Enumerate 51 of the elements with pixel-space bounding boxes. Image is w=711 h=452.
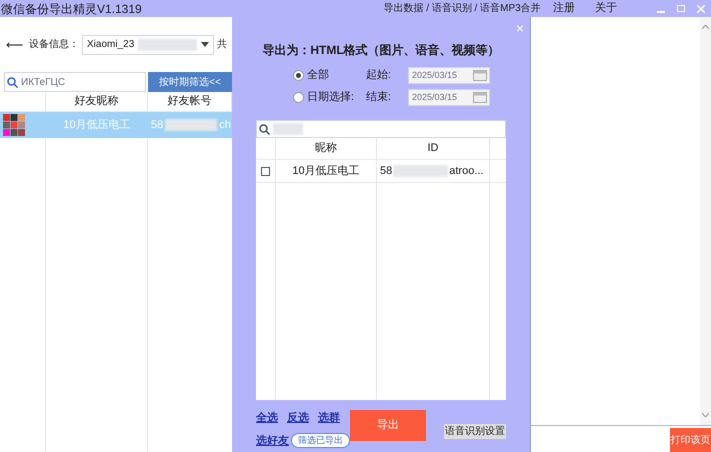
link[interactable]: 选群 (318, 410, 340, 426)
maximize-icon[interactable] (677, 5, 686, 12)
search-input[interactable]: ИКТеГЦС (21, 74, 131, 90)
filter-exported-button[interactable]: 筛选已导出 (291, 433, 350, 448)
search-icon (259, 124, 270, 134)
radio-label: 日期选择: (307, 90, 354, 106)
export-button[interactable]: 导出 (350, 410, 426, 441)
calendar-icon (473, 70, 487, 81)
scroll-down-icon[interactable] (702, 413, 709, 417)
link[interactable]: 选好友 (256, 432, 289, 449)
device-label: 设备信息： (29, 38, 79, 52)
filter-button[interactable]: 按时期筛选<< (148, 72, 232, 92)
blurred-text (138, 38, 198, 50)
close-icon[interactable] (697, 4, 705, 12)
dialog-search-field[interactable] (256, 120, 506, 138)
table-cell: 10月低压电工 (276, 160, 377, 182)
back-button[interactable]: ⟵ (6, 36, 23, 54)
column-header: 昵称 (276, 138, 377, 159)
window-title: 微信备份导出精灵V1.1319 (0, 0, 143, 18)
print-button[interactable]: 打印该页 (670, 428, 711, 452)
device-dropdown[interactable]: Xiaomi_23 (82, 34, 214, 54)
calendar-icon (473, 92, 487, 103)
table-cell-text: 58 ch (150, 118, 232, 133)
radio-button[interactable] (293, 70, 304, 81)
minimize-icon[interactable] (657, 10, 666, 12)
column-header: ID (377, 138, 490, 159)
menu-item[interactable]: 导出数据 / 语音识别 / 语音MP3合并 (383, 1, 554, 16)
radio-button[interactable] (293, 92, 304, 103)
search-icon (7, 76, 18, 88)
count-label: 共 (217, 38, 227, 52)
scroll-up-icon[interactable] (702, 25, 709, 29)
date-label: 结束: (366, 90, 392, 106)
avatar-icon (3, 114, 25, 136)
column-header: 好友昵称 (46, 92, 148, 111)
date-label: 起始: (366, 68, 392, 84)
link[interactable]: 全选 (256, 410, 278, 426)
caret-icon (201, 42, 209, 47)
checkbox[interactable] (261, 166, 270, 176)
blurred-text (393, 165, 448, 177)
radio-label: 全部 (307, 68, 329, 84)
menu-item[interactable]: 注册 (553, 0, 596, 17)
voice-settings-button[interactable]: 语音识别设置 (444, 424, 506, 439)
link[interactable]: 反选 (287, 410, 309, 426)
search-field[interactable]: ИКТеГЦС (4, 72, 146, 92)
table-cell: 58 atroo... (377, 160, 490, 182)
dialog-title: 导出为：HTML格式（图片、语音、视频等） (261, 42, 501, 59)
table-cell-text: 10月低压电工 (62, 118, 132, 133)
menu-item[interactable]: 关于 (595, 0, 652, 17)
blurred-text (273, 123, 303, 135)
blurred-text (165, 119, 218, 131)
scrollbar[interactable] (700, 17, 711, 425)
